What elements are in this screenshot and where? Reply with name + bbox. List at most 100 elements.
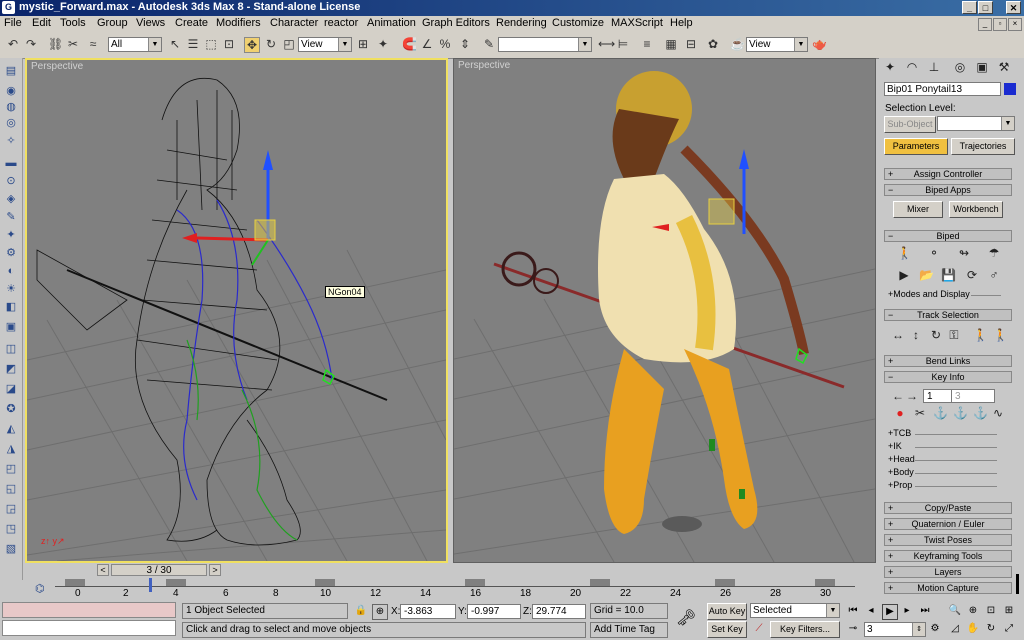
- modes-display-toggle[interactable]: +Modes and Display: [888, 289, 970, 299]
- rollout-assign-controller[interactable]: + Assign Controller: [884, 168, 1012, 180]
- menu-character[interactable]: Character: [270, 17, 318, 29]
- field-of-view-icon[interactable]: ◿: [948, 622, 962, 636]
- key-number-field[interactable]: 1: [923, 389, 953, 403]
- body-rotation-icon[interactable]: ↻: [929, 328, 943, 342]
- tool-icon-10[interactable]: ✦: [4, 228, 18, 242]
- tool-icon-13[interactable]: ☀: [4, 282, 18, 296]
- delete-key-icon[interactable]: ✂: [913, 406, 927, 420]
- next-key-icon[interactable]: →: [905, 389, 919, 403]
- percent-snap-icon[interactable]: %: [438, 37, 452, 51]
- figure-mode-icon[interactable]: 🚶: [897, 246, 912, 260]
- tool-icon-4[interactable]: ◎: [4, 116, 18, 130]
- modify-tab-icon[interactable]: ◠: [905, 60, 919, 74]
- undo-icon[interactable]: ↶: [6, 37, 20, 51]
- object-name-field[interactable]: Bip01 Ponytail13: [884, 82, 1001, 96]
- load-file-icon[interactable]: 📂: [919, 268, 934, 282]
- key-marker[interactable]: [315, 579, 335, 586]
- tool-icon-23[interactable]: ◱: [4, 482, 18, 496]
- lock-cog-icon[interactable]: ⚿: [947, 328, 961, 342]
- tool-icon-6[interactable]: ▬: [4, 156, 18, 170]
- key-marker[interactable]: [65, 579, 85, 586]
- current-frame-spinner[interactable]: 3 ⇕: [864, 622, 926, 637]
- maximize-viewport-icon[interactable]: ⤢: [1002, 622, 1016, 636]
- menu-modifiers[interactable]: Modifiers: [216, 17, 261, 29]
- doc-minimize-button[interactable]: _: [978, 18, 992, 31]
- rollout-motion-capture[interactable]: + Motion Capture: [884, 582, 1012, 594]
- ik-section[interactable]: +IK: [888, 441, 902, 451]
- mixer-mode-icon[interactable]: ☂: [987, 246, 1001, 260]
- key-filters-button[interactable]: Key Filters...: [770, 621, 840, 638]
- motion-flow-icon[interactable]: ↬: [957, 246, 971, 260]
- select-by-name-icon[interactable]: ☰: [186, 37, 200, 51]
- viewport-perspective-wireframe[interactable]: Perspective NGon04 z↑ y↗: [25, 58, 448, 563]
- menu-customize[interactable]: Customize: [552, 17, 604, 29]
- rollout-quaternion-euler[interactable]: + Quaternion / Euler: [884, 518, 1012, 530]
- key-mode-dropdown[interactable]: Selected ▼: [750, 603, 840, 618]
- maximize-button[interactable]: □: [978, 1, 993, 14]
- rollout-twist-poses[interactable]: + Twist Poses: [884, 534, 1012, 546]
- next-frame-button[interactable]: >: [209, 564, 221, 576]
- layer-manager-icon[interactable]: ≡: [640, 37, 654, 51]
- tool-icon-5[interactable]: ✧: [4, 134, 18, 148]
- window-crossing-icon[interactable]: ⊡: [222, 37, 236, 51]
- mini-curve-editor-icon[interactable]: ⌬: [35, 582, 45, 595]
- set-key-icon[interactable]: ●: [893, 406, 907, 420]
- pan-icon[interactable]: ✋: [966, 622, 980, 636]
- select-manipulate-icon[interactable]: ✦: [376, 37, 390, 51]
- move-icon[interactable]: ✥: [244, 37, 260, 53]
- next-frame-icon[interactable]: ▸: [900, 604, 914, 618]
- body-section[interactable]: +Body: [888, 467, 914, 477]
- tool-icon-19[interactable]: ✪: [4, 402, 18, 416]
- render-view-dropdown[interactable]: View ▼: [746, 37, 808, 52]
- move-all-mode-icon[interactable]: ♂: [987, 268, 1001, 282]
- motion-tab-icon[interactable]: ◎: [953, 60, 967, 74]
- key-icon[interactable]: 🗝: [676, 611, 696, 627]
- tool-icon-21[interactable]: ◮: [4, 442, 18, 456]
- lock-selection-icon[interactable]: 🔒: [354, 604, 368, 618]
- track-bar[interactable]: ⌬ 0 2 4 6 8 10 12 14 16 18 20 22 24 26 2…: [25, 578, 876, 600]
- rollout-layers[interactable]: + Layers: [884, 566, 1012, 578]
- doc-restore-button[interactable]: ▫: [993, 18, 1007, 31]
- zoom-all-icon[interactable]: ⊕: [966, 604, 980, 618]
- play-icon[interactable]: ▶: [882, 604, 898, 620]
- bind-space-warp-icon[interactable]: ≈: [86, 37, 100, 51]
- object-color-swatch[interactable]: [1004, 83, 1016, 95]
- rollout-keyframing-tools[interactable]: + Keyframing Tools: [884, 550, 1012, 562]
- render-scene-icon[interactable]: ☕: [730, 37, 745, 51]
- parameters-tab[interactable]: Parameters: [884, 138, 948, 155]
- menu-create[interactable]: Create: [175, 17, 208, 29]
- trajectories-icon[interactable]: ∿: [991, 406, 1005, 420]
- minimize-button[interactable]: _: [962, 1, 977, 14]
- panel-scrollbar[interactable]: [1016, 574, 1019, 594]
- go-to-start-icon[interactable]: ⏮: [846, 604, 860, 618]
- workbench-button[interactable]: Workbench: [949, 201, 1003, 218]
- hierarchy-tab-icon[interactable]: ⊥: [927, 60, 941, 74]
- rollout-biped-apps[interactable]: − Biped Apps: [884, 184, 1012, 196]
- previous-frame-icon[interactable]: ◂: [864, 604, 878, 618]
- maxscript-input[interactable]: [2, 620, 176, 636]
- tool-icon-16[interactable]: ◫: [4, 342, 18, 356]
- menu-reactor[interactable]: reactor: [324, 17, 358, 29]
- prev-key-icon[interactable]: ←: [891, 389, 905, 403]
- set-free-key-icon[interactable]: ⚓: [973, 406, 988, 420]
- zoom-extents-all-icon[interactable]: ⊞: [1002, 604, 1016, 618]
- rect-selection-icon[interactable]: ⬚: [204, 37, 218, 51]
- auto-key-button[interactable]: Auto Key: [707, 603, 747, 620]
- trajectories-tab[interactable]: Trajectories: [951, 138, 1015, 155]
- menu-graph-editors[interactable]: Graph Editors: [422, 17, 490, 29]
- prev-frame-button[interactable]: <: [97, 564, 109, 576]
- tool-icon-22[interactable]: ◰: [4, 462, 18, 476]
- curve-editor-icon[interactable]: ▦: [664, 37, 678, 51]
- rollout-bend-links[interactable]: + Bend Links: [884, 355, 1012, 367]
- tool-icon-8[interactable]: ◈: [4, 192, 18, 206]
- set-key-button[interactable]: Set Key: [707, 621, 747, 638]
- opposite-icon[interactable]: 🚶: [993, 328, 1008, 342]
- zoom-icon[interactable]: 🔍: [948, 604, 962, 618]
- key-marker[interactable]: [815, 579, 835, 586]
- select-object-icon[interactable]: ↖: [168, 37, 182, 51]
- viewport-perspective-shaded[interactable]: Perspective: [453, 58, 876, 563]
- footstep-mode-icon[interactable]: ⚬: [927, 246, 941, 260]
- tcb-section[interactable]: +TCB: [888, 428, 911, 438]
- menu-tools[interactable]: Tools: [60, 17, 86, 29]
- tool-icon-14[interactable]: ◧: [4, 300, 18, 314]
